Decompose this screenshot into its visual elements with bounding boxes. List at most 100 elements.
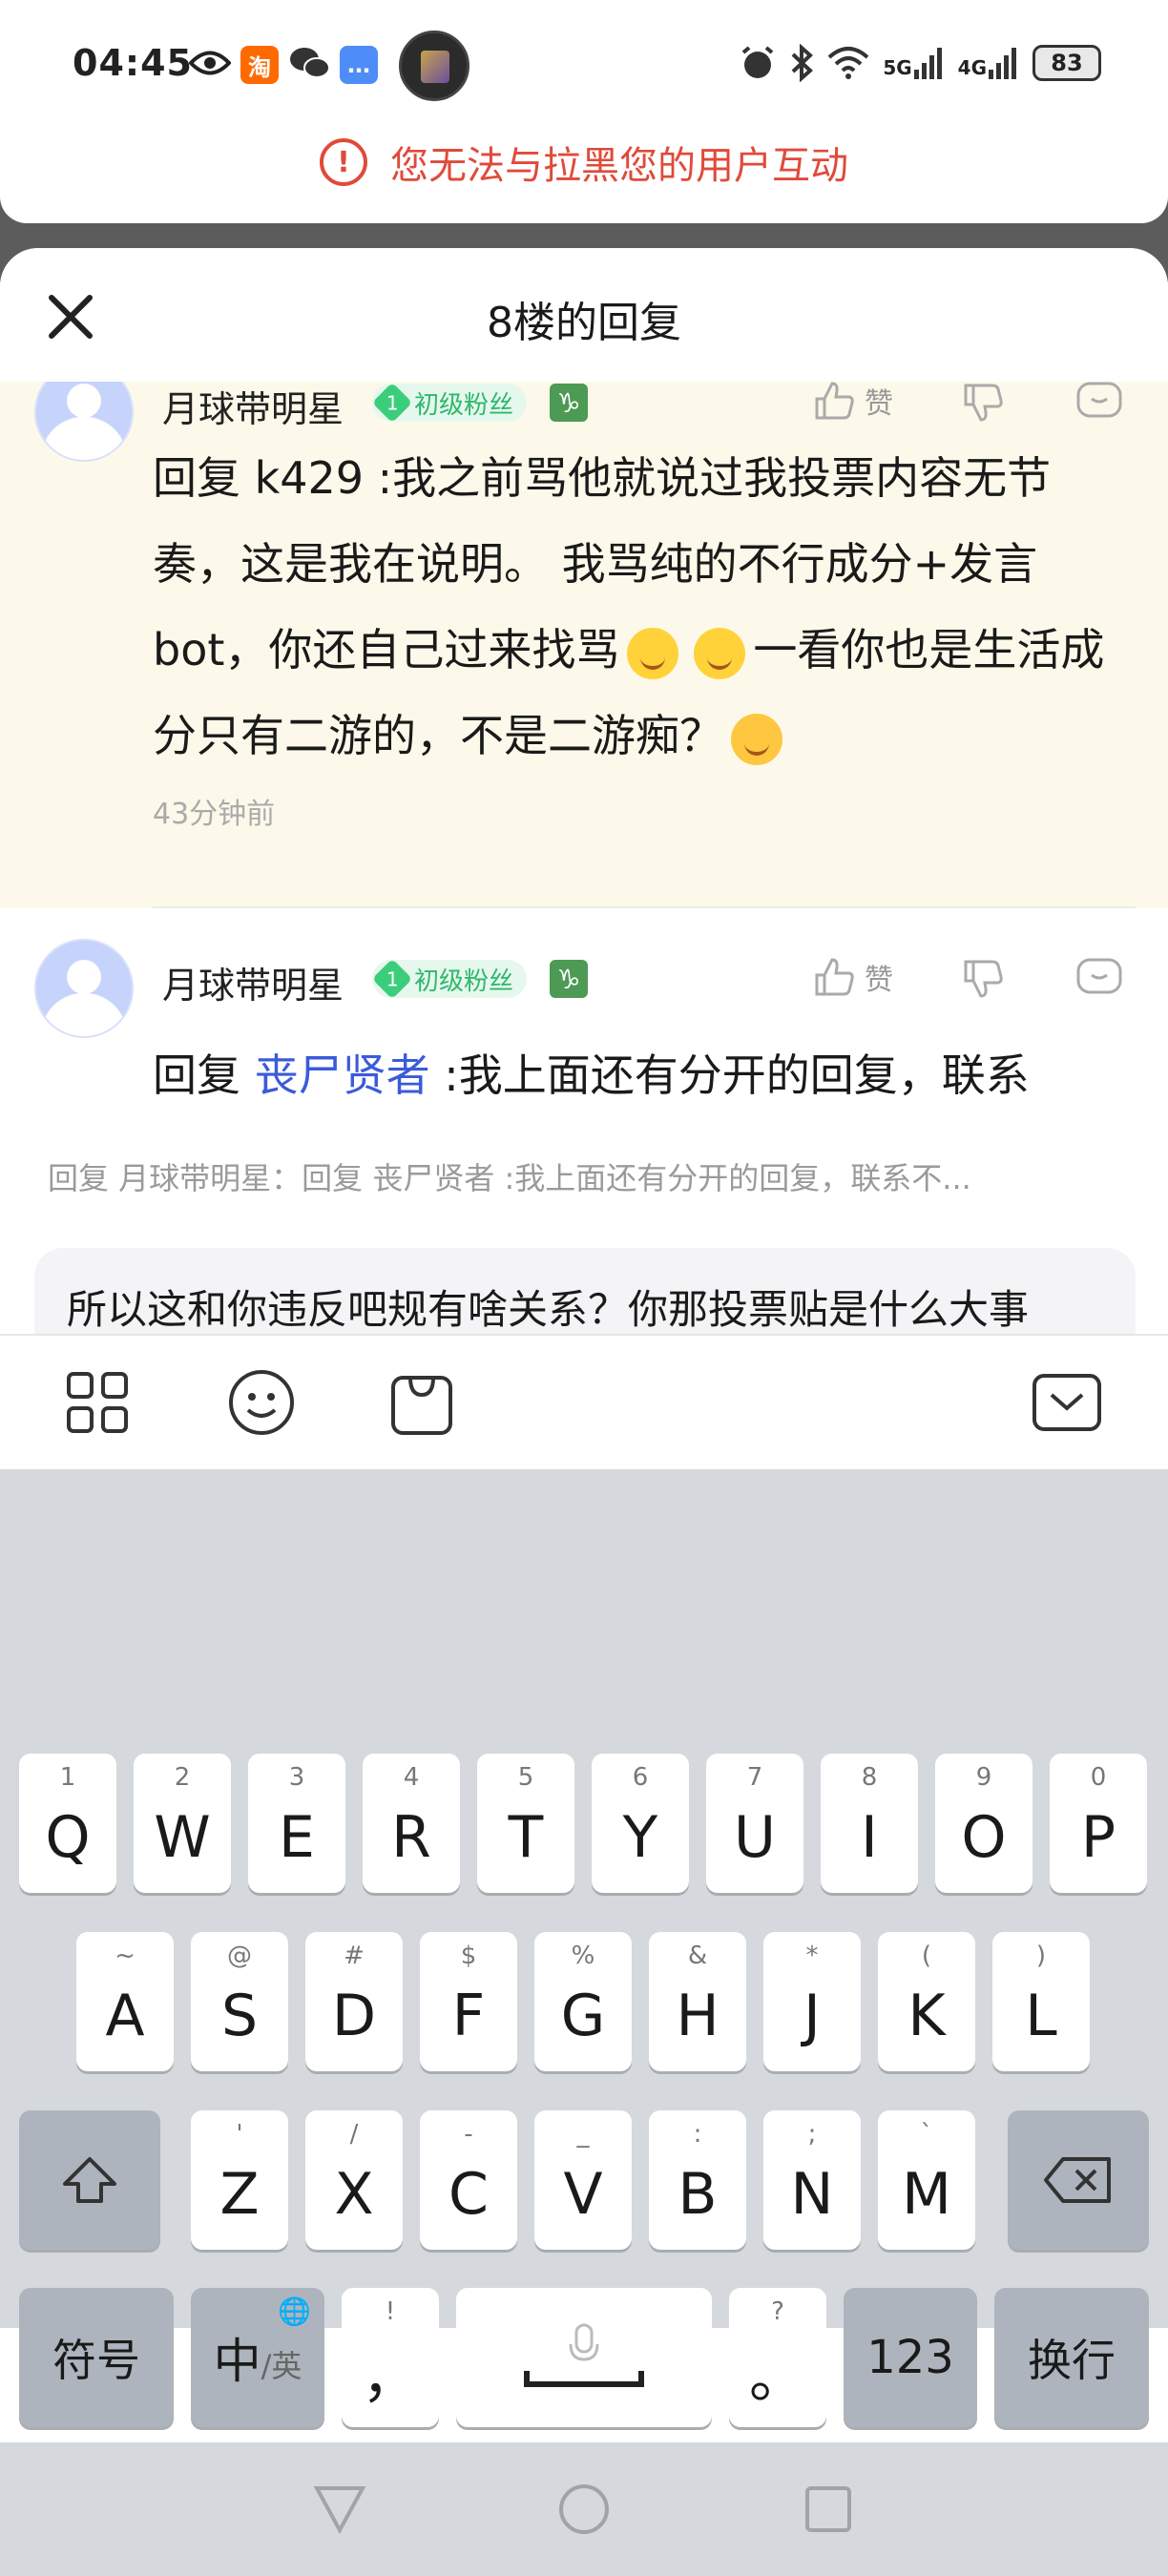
key-r[interactable]: 4R	[363, 1754, 460, 1893]
key-secondary-label: *	[805, 1942, 819, 1970]
key-e[interactable]: 3E	[248, 1754, 345, 1893]
key-v[interactable]: _ V	[534, 2110, 632, 2250]
floating-app-avatar[interactable]	[399, 31, 469, 101]
like-button[interactable]: 赞	[811, 382, 893, 424]
reply-text: :我上面还有分开的回复，联系	[429, 1049, 1030, 1101]
zodiac-badge: ♑	[550, 960, 588, 998]
key-f[interactable]: $ F	[420, 1932, 517, 2071]
key-label: Q	[45, 1804, 91, 1871]
key-secondary-label: 1	[59, 1763, 76, 1792]
reply-item: 月球带明星 1 初级粉丝 ♑ 赞 回复 k429 :我之前骂他就说过我投票内容无…	[0, 382, 1168, 908]
comma-key[interactable]: !，	[342, 2288, 439, 2427]
key-m[interactable]: ` M	[878, 2110, 975, 2250]
key-label: Y	[622, 1804, 658, 1871]
key-secondary-label: 6	[632, 1763, 649, 1792]
key-secondary-label: '	[236, 2120, 243, 2149]
key-label: R	[391, 1804, 431, 1871]
bluetooth-icon	[791, 44, 814, 82]
thumbs-down-icon[interactable]	[960, 382, 1006, 426]
reply-content: 回复 丧尸贤者 :我上面还有分开的回复，联系	[153, 1032, 1136, 1118]
home-icon[interactable]	[555, 2481, 613, 2538]
battery-indicator: 83	[1032, 45, 1101, 81]
key-a[interactable]: ~ A	[76, 1932, 174, 2071]
level-diamond: 1	[371, 958, 413, 1000]
key-label: L	[1025, 1983, 1057, 2049]
key-secondary-label: !	[385, 2297, 396, 2326]
keyboard-emoji-icon[interactable]	[225, 1366, 298, 1439]
key-k[interactable]: (K	[878, 1932, 975, 2071]
comment-icon[interactable]	[1074, 382, 1124, 427]
key-x[interactable]: / X	[305, 2110, 403, 2250]
key-t[interactable]: 5T	[477, 1754, 574, 1893]
signal-5g-icon: 5G	[883, 47, 944, 79]
key-label: C	[448, 2161, 489, 2228]
hide-keyboard-icon[interactable]	[1031, 1366, 1103, 1439]
space-key[interactable]	[456, 2288, 712, 2427]
key-secondary-label: ;	[807, 2120, 817, 2149]
key-secondary-label: 4	[403, 1763, 420, 1792]
comment-icon[interactable]	[1074, 954, 1124, 1004]
reply-thread[interactable]: 月球带明星 1 初级粉丝 ♑ 赞 回复 k429 :我之前骂他就说过我投票内容无…	[0, 382, 1168, 1118]
reply-username[interactable]: 月球带明星	[162, 956, 344, 1008]
key-o[interactable]: 9O	[935, 1754, 1032, 1893]
recents-icon[interactable]	[800, 2481, 857, 2538]
hug-emoji-icon	[731, 713, 782, 765]
key-c[interactable]: -C	[420, 2110, 517, 2250]
thumbs-down-icon[interactable]	[960, 956, 1006, 1002]
language-switch-key[interactable]: 中/英 🌐	[191, 2288, 324, 2427]
enter-key[interactable]: 换行	[994, 2288, 1149, 2427]
key-b[interactable]: :B	[649, 2110, 746, 2250]
shift-key[interactable]	[19, 2110, 160, 2250]
key-i[interactable]: 8I	[821, 1754, 918, 1893]
key-p[interactable]: 0P	[1050, 1754, 1147, 1893]
key-q[interactable]: 1Q	[19, 1754, 116, 1893]
key-h[interactable]: & H	[649, 1932, 746, 2071]
key-s[interactable]: @ S	[191, 1932, 288, 2071]
key-g[interactable]: % G	[534, 1932, 632, 2071]
key-u[interactable]: 7U	[706, 1754, 803, 1893]
key-label: W	[154, 1804, 211, 1871]
signal-4g-icon: 4G	[958, 47, 1019, 79]
key-label: A	[105, 1983, 145, 2049]
backspace-key[interactable]	[1008, 2110, 1149, 2250]
badge-label: 初级粉丝	[414, 390, 514, 420]
key-secondary-label: #	[344, 1942, 365, 1970]
reply-username[interactable]: 月球带明星	[162, 382, 344, 432]
key-label: ，	[362, 2343, 419, 2411]
key-z[interactable]: ' Z	[191, 2110, 288, 2250]
key-j[interactable]: * J	[763, 1932, 861, 2071]
symbols-key[interactable]: 符号	[19, 2288, 174, 2427]
status-bar: 04:45 淘 … 5G 4G 83	[0, 0, 1168, 134]
system-status-icons: 5G 4G 83	[740, 44, 1101, 82]
space-icon	[524, 2323, 644, 2387]
key-secondary-label: ?	[771, 2297, 784, 2326]
badge-level: 1	[386, 966, 399, 990]
key-label: 123	[866, 2331, 954, 2384]
avatar[interactable]	[34, 939, 134, 1038]
key-secondary-label: 0	[1090, 1763, 1107, 1792]
reply-timestamp: 43分钟前	[153, 798, 276, 831]
apps-grid-icon[interactable]	[61, 1366, 134, 1439]
key-label: X	[334, 2161, 374, 2228]
like-button[interactable]: 赞	[811, 954, 893, 1000]
clipboard-bag-icon[interactable]	[386, 1366, 458, 1439]
grinning-emoji-icon	[627, 627, 679, 679]
level-diamond: 1	[371, 382, 413, 424]
key-secondary-label: 7	[746, 1763, 763, 1792]
back-icon[interactable]	[311, 2481, 368, 2538]
status-time: 04:45	[73, 42, 193, 84]
key-y[interactable]: 6Y	[592, 1754, 689, 1893]
key-secondary-label: :	[693, 2120, 702, 2149]
grinning-emoji-icon	[694, 627, 746, 679]
period-key[interactable]: ?。	[729, 2288, 826, 2427]
key-l[interactable]: ) L	[992, 1932, 1090, 2071]
warning-icon: !	[320, 138, 367, 186]
fan-level-badge: 1 初级粉丝	[371, 958, 528, 1000]
key-d[interactable]: # D	[305, 1932, 403, 2071]
numbers-key[interactable]: 123	[844, 2288, 977, 2427]
mention-link[interactable]: 丧尸贤者	[255, 1049, 430, 1101]
avatar[interactable]	[34, 382, 134, 462]
key-label: S	[220, 1983, 259, 2049]
key-n[interactable]: ; N	[763, 2110, 861, 2250]
key-w[interactable]: 2W	[134, 1754, 231, 1893]
